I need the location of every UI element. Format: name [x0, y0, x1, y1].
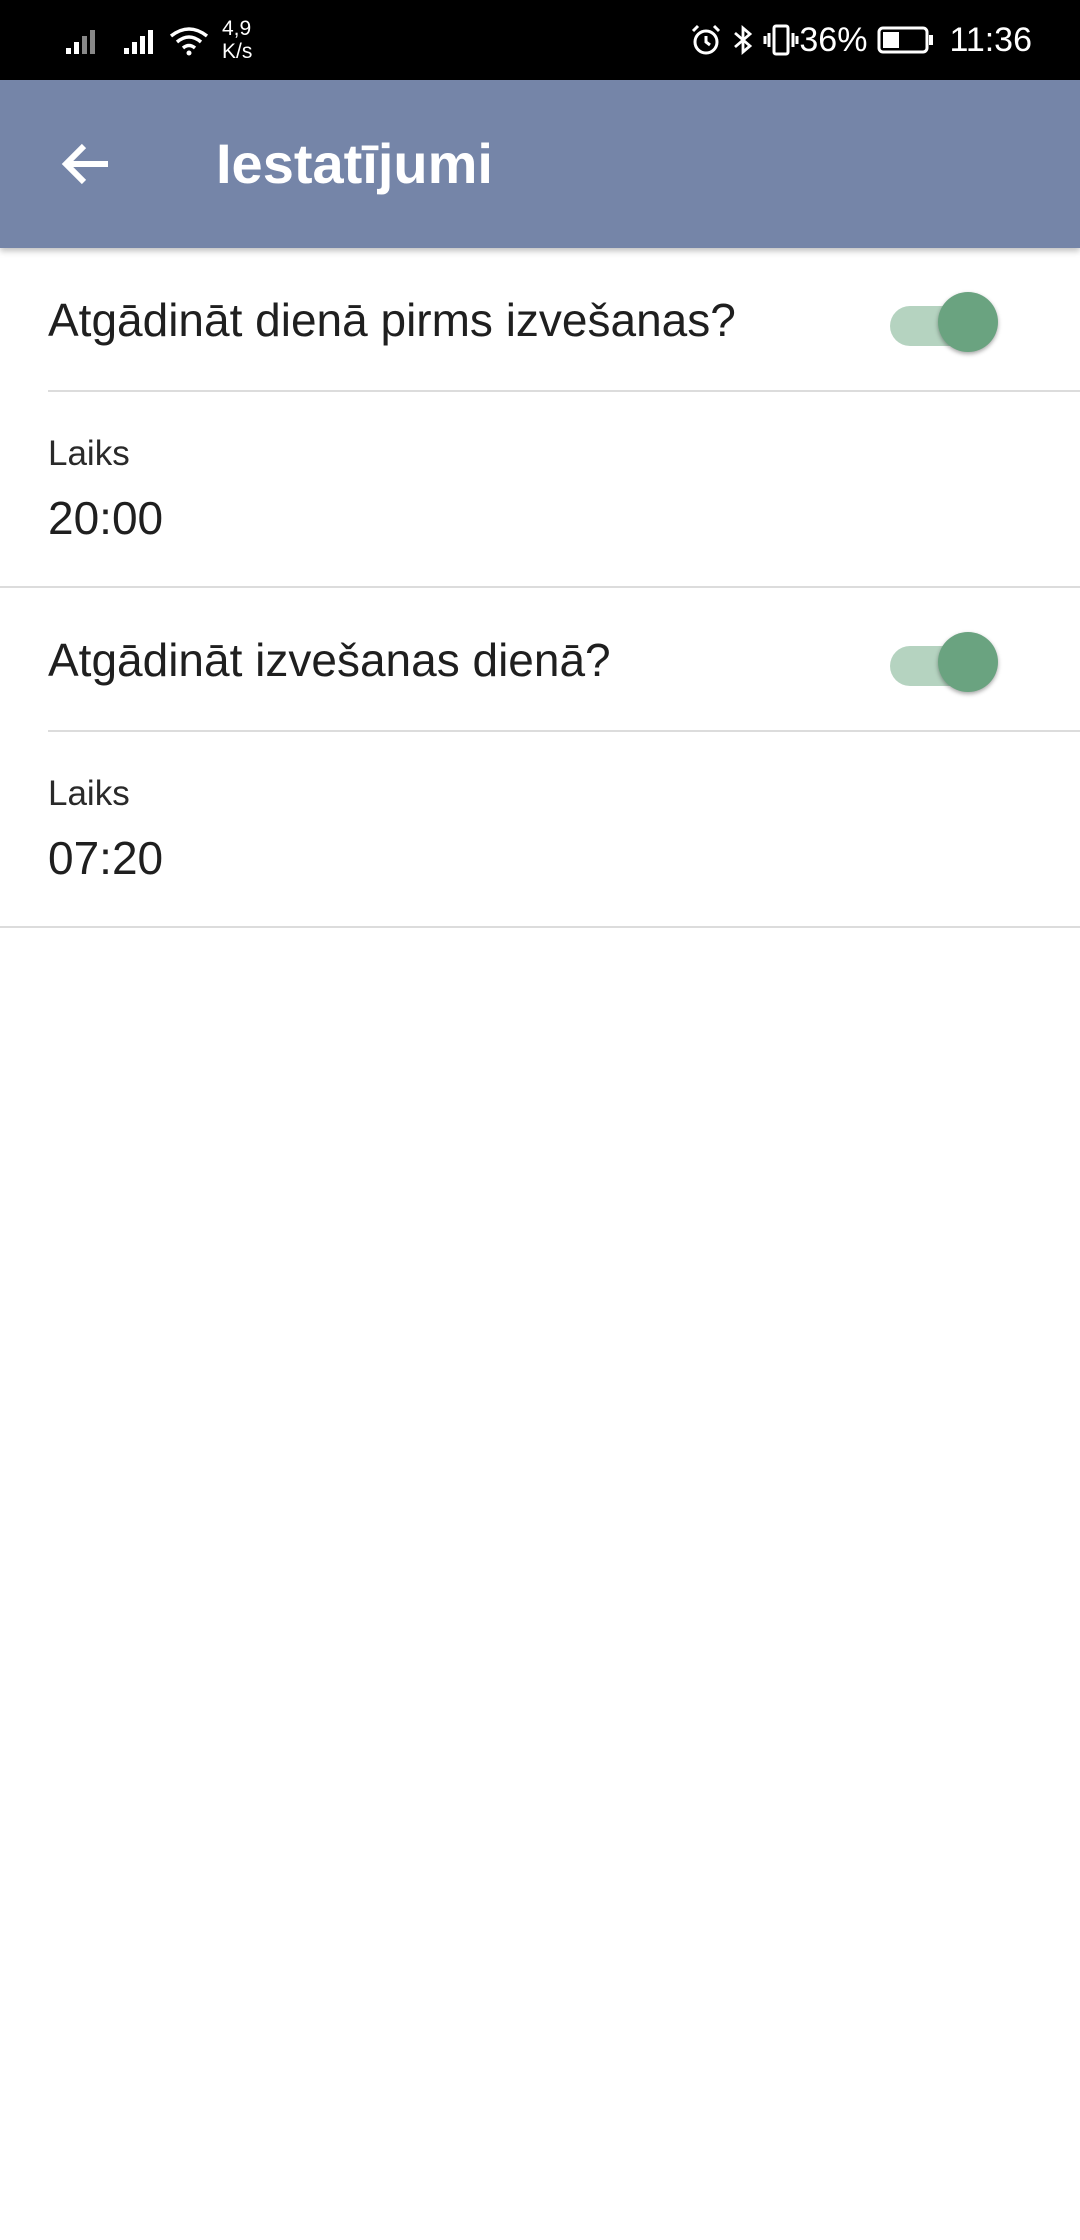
signal-icon: [122, 24, 162, 56]
setting-label: Atgādināt izvešanas dienā?: [48, 634, 611, 686]
time-value: 20:00: [48, 492, 164, 544]
time-caption: Laiks: [48, 774, 130, 813]
setting-label: Atgādināt dienā pirms izvešanas?: [48, 294, 736, 346]
page-title: Iestatījumi: [216, 132, 493, 195]
time-caption: Laiks: [48, 434, 130, 473]
switch-thumb: [938, 632, 998, 692]
wifi-icon: [168, 24, 210, 56]
toggle-switch-same-day[interactable]: [886, 630, 998, 694]
vibrate-icon: [763, 23, 799, 57]
network-speed: 4,9 K/s: [222, 17, 252, 63]
clock: 11:36: [949, 20, 1032, 59]
status-left: 4,9 K/s: [64, 14, 252, 66]
setting-remind-day-before[interactable]: Atgādināt dienā pirms izvešanas?: [0, 248, 1080, 390]
switch-thumb: [938, 292, 998, 352]
battery-percent: 36%: [799, 20, 868, 59]
status-right: 36% 11:36: [689, 14, 1032, 66]
alarm-icon: [689, 23, 723, 57]
settings-list: Atgādināt dienā pirms izvešanas? Laiks 2…: [0, 248, 1080, 928]
time-picker-day-before[interactable]: Laiks 20:00: [0, 392, 1080, 586]
time-value: 07:20: [48, 832, 164, 884]
network-speed-unit: K/s: [222, 40, 253, 63]
network-speed-value: 4,9: [222, 17, 252, 40]
signal-icon: [64, 24, 104, 56]
arrow-left-icon: [58, 136, 114, 192]
setting-remind-same-day[interactable]: Atgādināt izvešanas dienā?: [0, 588, 1080, 730]
battery-icon: [877, 25, 935, 55]
divider: [0, 926, 1080, 928]
time-picker-same-day[interactable]: Laiks 07:20: [0, 732, 1080, 926]
back-button[interactable]: [46, 124, 126, 204]
app-bar: Iestatījumi: [0, 80, 1080, 248]
bluetooth-icon: [731, 23, 755, 57]
status-bar: 4,9 K/s 36% 11:36: [0, 0, 1080, 80]
toggle-switch-day-before[interactable]: [886, 290, 998, 354]
